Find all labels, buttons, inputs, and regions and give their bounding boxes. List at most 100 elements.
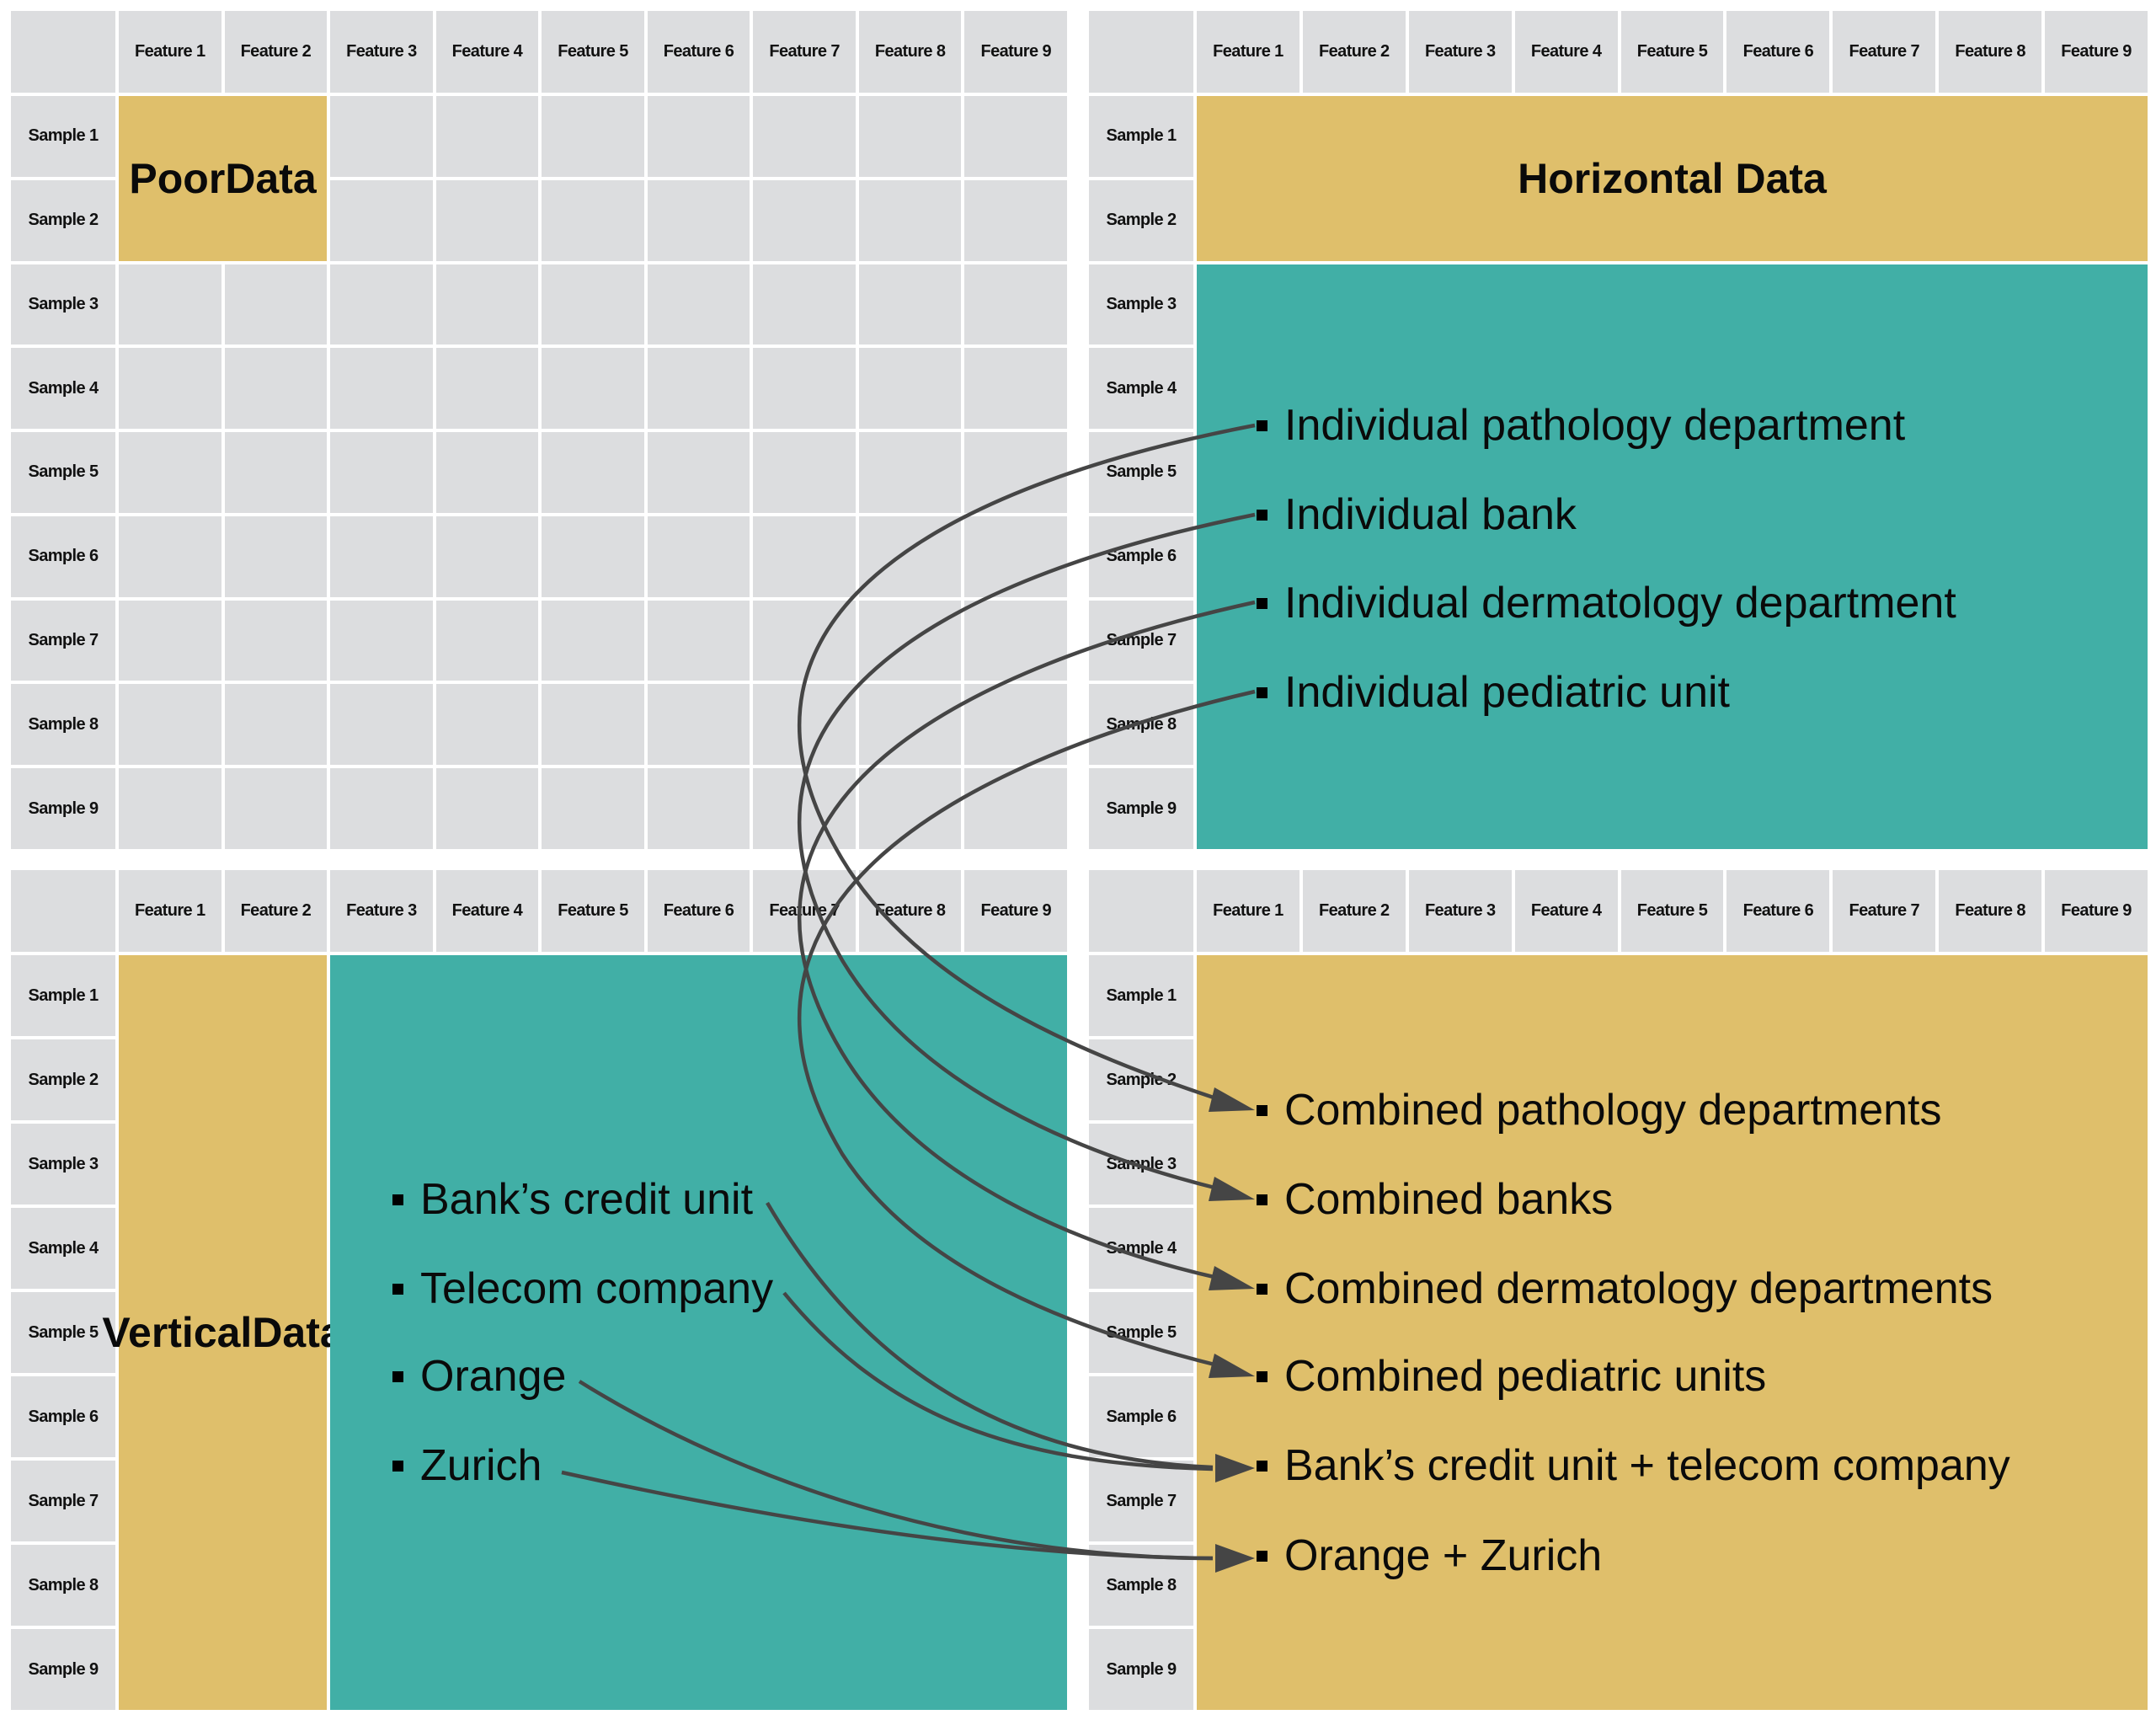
- bullet-square-icon: [1257, 1194, 1267, 1205]
- list-item: Telecom company: [392, 1263, 773, 1314]
- list-item-label: Combined pathology departments: [1284, 1086, 1942, 1135]
- list-item: Bank’s credit unit: [392, 1174, 753, 1225]
- list-item: Individual dermatology department: [1257, 578, 1956, 628]
- data-cell: [119, 768, 221, 849]
- data-cell: [753, 432, 856, 513]
- data-cell: [435, 432, 539, 513]
- row-header: Sample 4: [1089, 1208, 1193, 1289]
- data-cell: [224, 684, 328, 766]
- vertical-items-block: [330, 955, 1067, 1710]
- row-header: Sample 2: [11, 1039, 115, 1120]
- list-item: Individual pediatric unit: [1257, 667, 1730, 718]
- data-cell: [542, 600, 644, 681]
- bullet-square-icon: [392, 1283, 403, 1295]
- data-cell: [858, 96, 962, 177]
- row-header: Sample 5: [11, 1292, 115, 1373]
- data-cell: [753, 348, 856, 430]
- data-cell: [858, 264, 962, 345]
- list-item: Combined banks: [1257, 1174, 1613, 1225]
- data-cell: [224, 264, 328, 345]
- row-header: Sample 6: [1089, 515, 1193, 597]
- list-item-label: Individual pathology department: [1284, 401, 1906, 450]
- data-cell: [858, 348, 962, 430]
- data-cell: [858, 515, 962, 597]
- data-cell: [542, 684, 644, 766]
- row-header: Sample 9: [11, 1629, 115, 1710]
- data-cell: [330, 179, 433, 261]
- bullet-square-icon: [1257, 597, 1267, 609]
- data-cell: [330, 432, 433, 513]
- data-cell: [753, 179, 856, 261]
- list-item-label: Telecom company: [420, 1264, 774, 1313]
- column-header: Feature 2: [224, 870, 328, 952]
- row-header: Sample 1: [1089, 96, 1193, 177]
- data-cell: [542, 768, 644, 849]
- row-header: Sample 7: [1089, 1461, 1193, 1541]
- column-header: Feature 2: [224, 11, 328, 93]
- horizontal-items-block: [1197, 264, 2148, 849]
- column-header: Feature 8: [1939, 11, 2042, 93]
- list-item: Individual pathology department: [1257, 400, 1905, 451]
- data-cell: [964, 684, 1067, 766]
- data-cell: [964, 264, 1067, 345]
- column-header: Feature 7: [1833, 870, 1936, 952]
- data-cell: [542, 264, 644, 345]
- bullet-square-icon: [1257, 419, 1267, 431]
- list-item: Orange: [392, 1351, 566, 1402]
- list-item-label: Bank’s credit unit + telecom company: [1284, 1441, 2010, 1490]
- data-cell: [542, 515, 644, 597]
- row-header: Sample 2: [11, 179, 115, 261]
- data-cell: [647, 348, 750, 430]
- list-item: Bank’s credit unit + telecom company: [1257, 1440, 2010, 1491]
- list-item-label: Combined pediatric units: [1284, 1352, 1767, 1401]
- data-cell: [435, 348, 539, 430]
- data-cell: [647, 96, 750, 177]
- list-item: Individual bank: [1257, 489, 1577, 540]
- data-cell: [435, 768, 539, 849]
- column-header: Feature 8: [858, 11, 962, 93]
- data-cell: [964, 768, 1067, 849]
- list-item: Orange + Zurich: [1257, 1530, 1602, 1581]
- data-cell: [330, 348, 433, 430]
- list-item-label: Orange + Zurich: [1284, 1531, 1603, 1580]
- data-cell: [647, 600, 750, 681]
- column-header: Feature 3: [1408, 870, 1512, 952]
- data-cell: [435, 96, 539, 177]
- data-cell: [542, 348, 644, 430]
- row-header: Sample 7: [11, 600, 115, 681]
- bullet-square-icon: [1257, 1104, 1267, 1116]
- list-item-label: Combined dermatology departments: [1284, 1264, 1993, 1313]
- data-cell: [119, 515, 221, 597]
- list-item: Combined pediatric units: [1257, 1351, 1766, 1402]
- data-cell: [330, 768, 433, 849]
- data-cell: [542, 179, 644, 261]
- bullet-square-icon: [392, 1460, 403, 1472]
- column-header: Feature 6: [1726, 11, 1830, 93]
- data-cell: [224, 515, 328, 597]
- data-cell: [224, 432, 328, 513]
- column-header: Feature 6: [647, 870, 750, 952]
- bullet-square-icon: [1257, 509, 1267, 521]
- data-cell: [964, 432, 1067, 513]
- column-header: Feature 3: [1408, 11, 1512, 93]
- data-cell: [647, 264, 750, 345]
- column-header: Feature 1: [119, 870, 221, 952]
- column-header: Feature 8: [1939, 870, 2042, 952]
- list-item: Combined pathology departments: [1257, 1085, 1941, 1135]
- data-cell: [224, 768, 328, 849]
- row-header: Sample 4: [1089, 348, 1193, 430]
- column-header: Feature 7: [753, 11, 856, 93]
- data-cell: [542, 96, 644, 177]
- data-cell: [753, 264, 856, 345]
- block-label: Vertical: [102, 1309, 253, 1356]
- data-cell: [647, 432, 750, 513]
- list-item: Zurich: [392, 1440, 542, 1491]
- column-header: Feature 4: [1514, 870, 1618, 952]
- data-cell: [647, 515, 750, 597]
- data-cell: [119, 600, 221, 681]
- row-header: Sample 7: [11, 1461, 115, 1541]
- list-item-label: Individual bank: [1284, 490, 1577, 539]
- block-label: Data: [225, 154, 317, 202]
- row-header: Sample 2: [1089, 179, 1193, 261]
- column-header: Feature 1: [1197, 11, 1299, 93]
